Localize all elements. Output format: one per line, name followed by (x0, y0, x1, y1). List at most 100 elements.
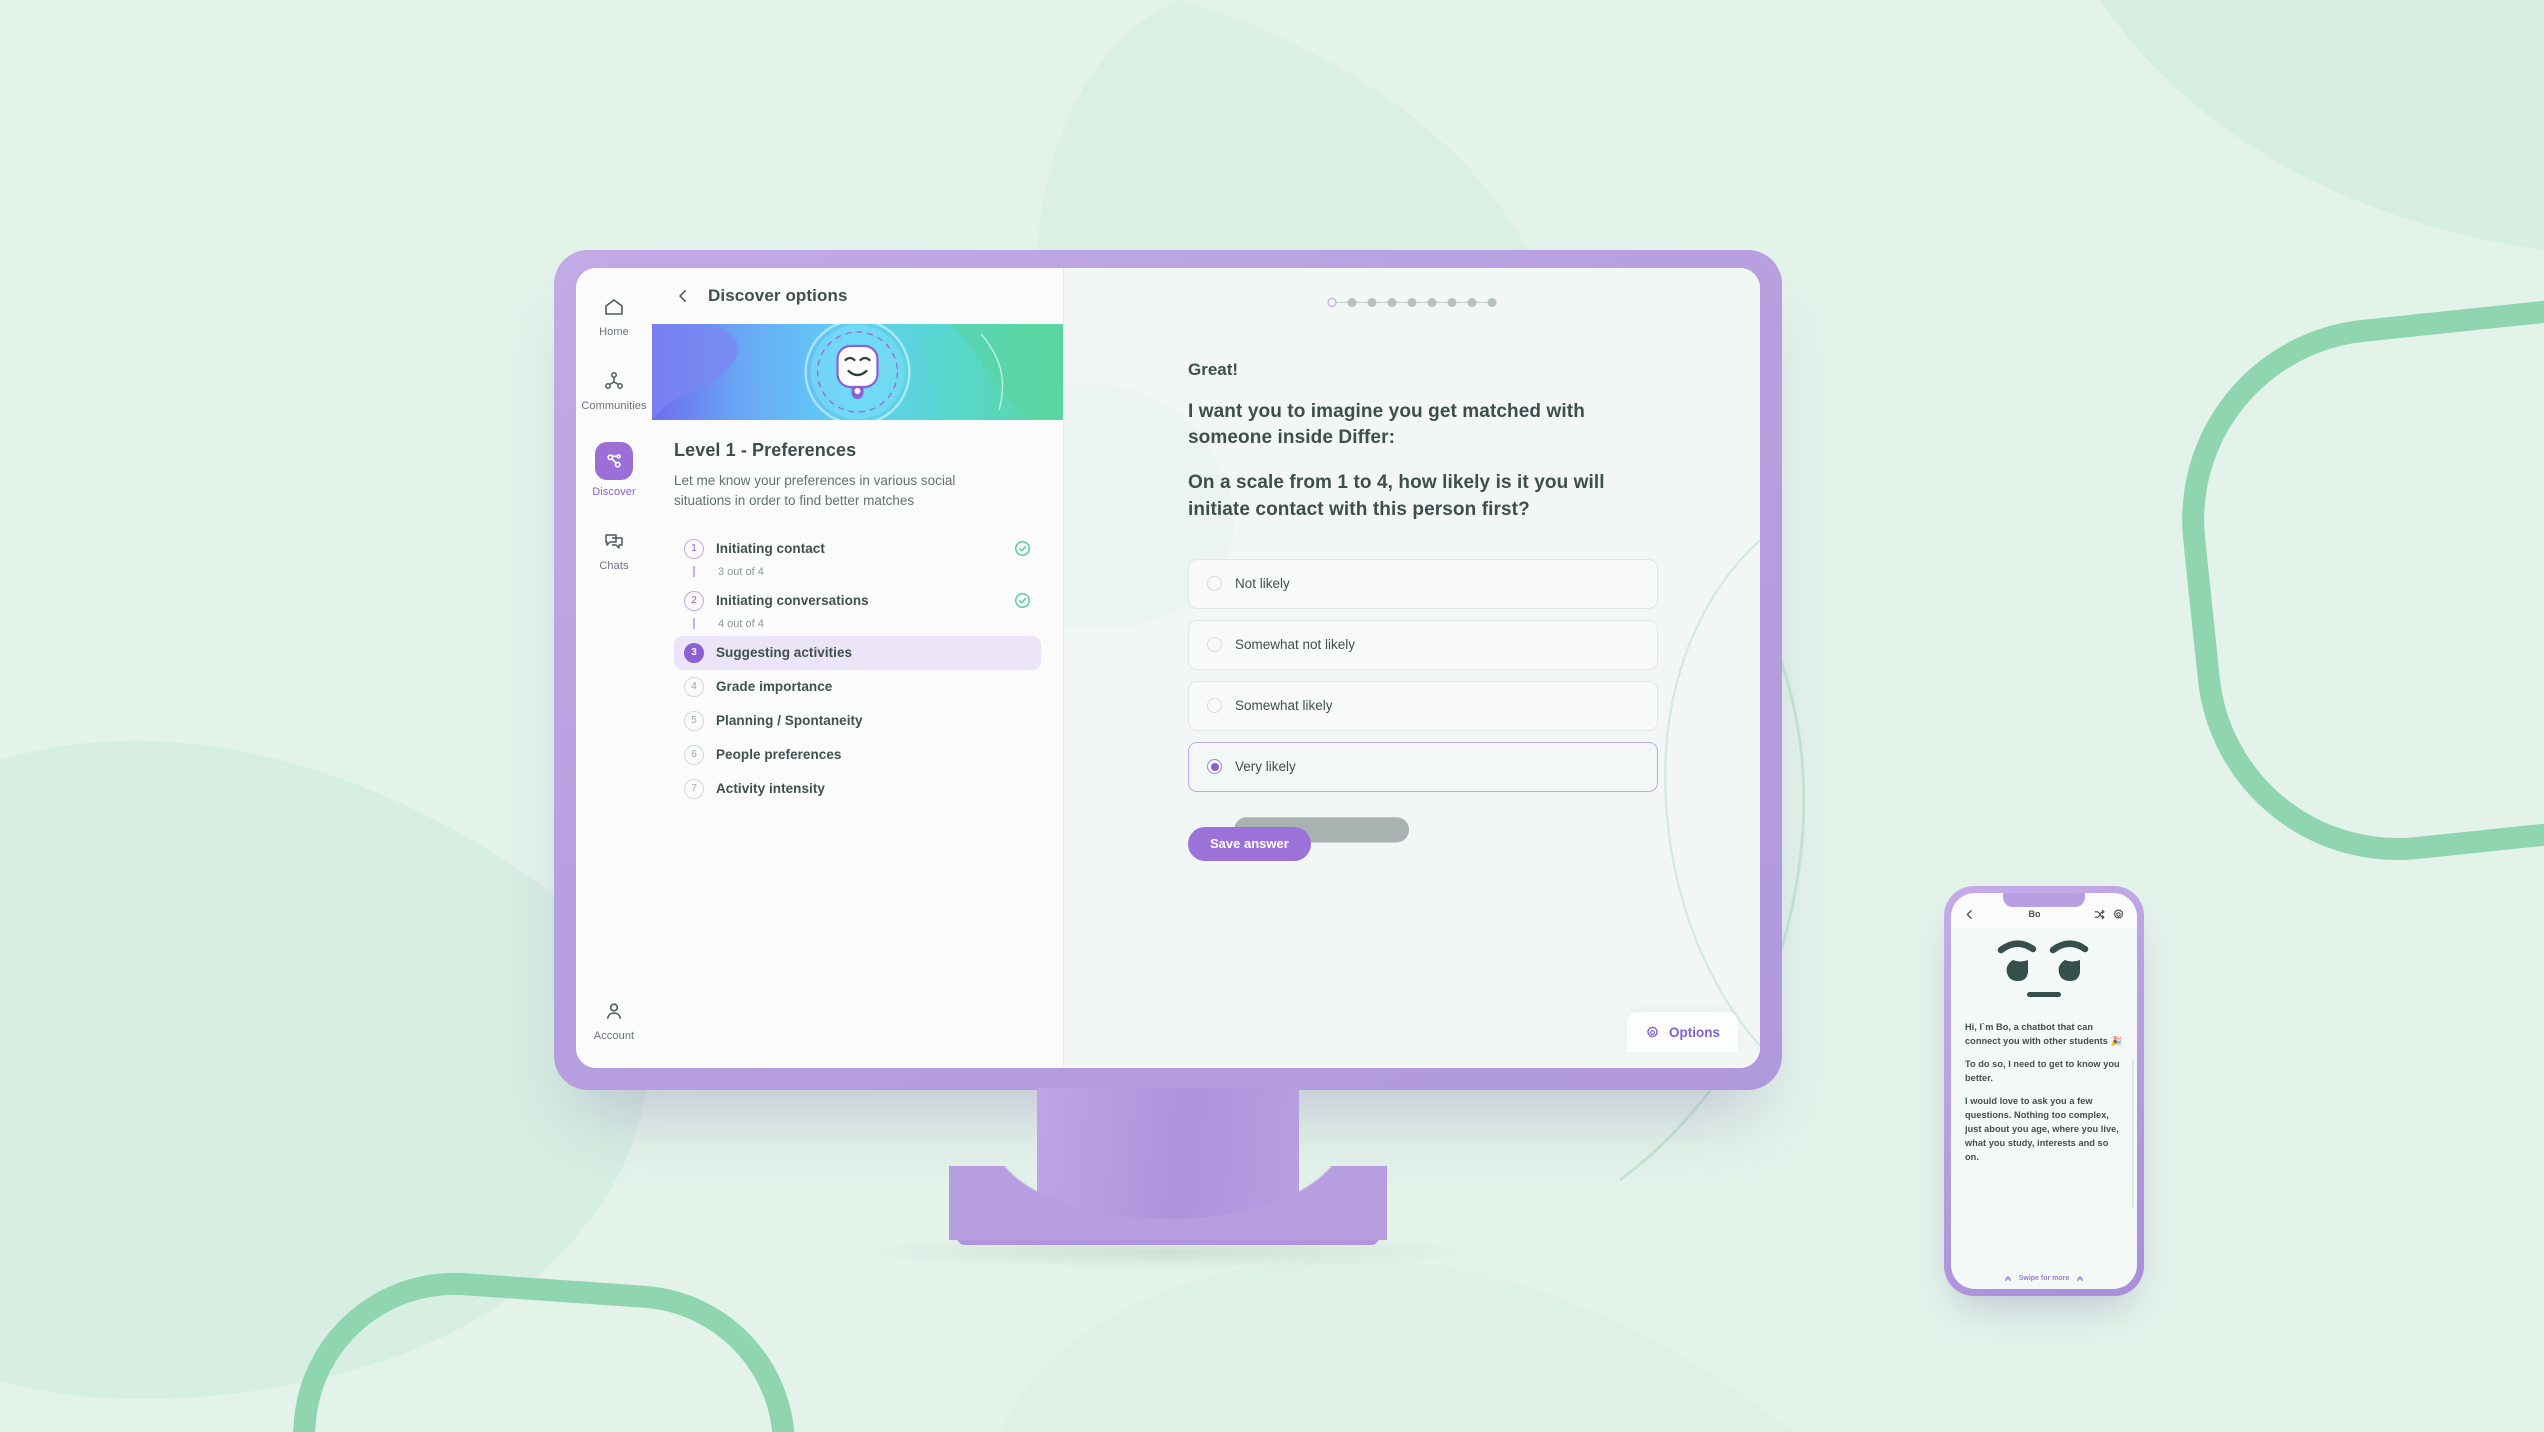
progress-dash (1356, 301, 1368, 304)
shuffle-icon[interactable] (2093, 908, 2106, 921)
hero-banner (652, 324, 1063, 420)
phone-chat-body: Hi, I`m Bo, a chatbot that can connect y… (1951, 1015, 2137, 1289)
chevron-left-icon[interactable] (674, 287, 692, 305)
option-somewhat-not-likely[interactable]: Somewhat not likely (1188, 619, 1658, 670)
swipe-hint[interactable]: Swipe for more (1951, 1274, 2137, 1282)
options-button[interactable]: Options (1627, 1012, 1738, 1052)
panel-header: Discover options (652, 268, 1063, 324)
progress-tick (684, 618, 704, 629)
level-title: Level 1 - Preferences (674, 440, 857, 460)
topic-label: Grade importance (716, 679, 833, 694)
radio-icon[interactable] (1207, 698, 1222, 714)
progress-dot (1407, 298, 1417, 307)
gear-icon[interactable] (2112, 908, 2125, 921)
sidebar-item-label: Home (599, 326, 629, 338)
list-item[interactable]: 7 Activity intensity (674, 772, 1041, 806)
topic-progress: 4 out of 4 (718, 617, 764, 630)
topic-label: Suggesting activities (716, 645, 853, 660)
progress-dash (1436, 301, 1448, 304)
sidebar-item-label: Discover (592, 486, 636, 498)
list-item[interactable]: 2 Initiating conversations (674, 584, 1041, 618)
bo-face-svg (1997, 940, 2089, 997)
user-icon (601, 998, 627, 1024)
greeting-text: Great! (1188, 360, 1239, 379)
progress-dot (1347, 298, 1357, 307)
progress-dot (1427, 298, 1437, 307)
sidebar-item-label: Communities (581, 400, 647, 412)
progress-dash (1456, 301, 1468, 304)
progress-dot (1487, 298, 1497, 307)
scrollbar[interactable] (2132, 1059, 2134, 1209)
topic-progress-row: 3 out of 4 (674, 564, 1041, 584)
bo-face-illustration (1951, 927, 2137, 1015)
progress-dot (1387, 298, 1397, 307)
option-not-likely[interactable]: Not likely (1188, 558, 1658, 609)
options-button-label: Options (1669, 1024, 1720, 1040)
radio-icon[interactable] (1207, 576, 1222, 592)
chat-message: I would love to ask you a few questions.… (1965, 1095, 2119, 1162)
monitor-mockup: Home Communities Discover Chats Account … (554, 250, 1782, 1269)
radio-icon[interactable] (1207, 637, 1222, 653)
gear-icon (1645, 1025, 1660, 1040)
network-icon (601, 368, 627, 394)
chat-bubbles-icon (601, 528, 627, 554)
topic-list: 1 Initiating contact 3 out of 4 2 Initia… (674, 532, 1041, 806)
chevron-up-icon (2076, 1274, 2084, 1282)
topic-progress-row: 4 out of 4 (674, 616, 1041, 636)
bo-mascot-illustration (652, 324, 1063, 420)
phone-notch (2003, 893, 2085, 907)
question-pane: Great! I want you to imagine you get mat… (1064, 268, 1760, 1068)
panel-body: Level 1 - Preferences Let me know your p… (652, 420, 1063, 806)
level-description: Let me know your preferences in various … (674, 473, 956, 509)
topic-number: 4 (684, 676, 704, 697)
discover-icon (595, 442, 633, 480)
chevron-up-icon (2004, 1274, 2012, 1282)
option-label: Somewhat not likely (1235, 637, 1356, 653)
list-item[interactable]: 5 Planning / Spontaneity (674, 704, 1041, 738)
progress-dot (1367, 298, 1377, 307)
topic-number: 5 (684, 710, 704, 731)
topic-number: 6 (684, 744, 704, 765)
option-very-likely[interactable]: Very likely (1188, 741, 1658, 792)
progress-dash (1476, 301, 1488, 304)
radio-icon-selected[interactable] (1207, 759, 1222, 775)
option-label: Very likely (1235, 759, 1296, 775)
option-somewhat-likely[interactable]: Somewhat likely (1188, 680, 1658, 731)
option-label: Not likely (1235, 576, 1290, 592)
list-item[interactable]: 1 Initiating contact (674, 532, 1041, 566)
sidebar-item-discover[interactable]: Discover (578, 442, 650, 498)
home-icon (601, 294, 627, 320)
phone-mockup: Bo Hi, I`m Bo, a chatbot that can connec… (1944, 886, 2144, 1296)
topic-number: 1 (684, 538, 704, 559)
list-item[interactable]: 6 People preferences (674, 738, 1041, 772)
option-label: Somewhat likely (1235, 698, 1333, 714)
fade-overlay (1951, 1209, 2137, 1263)
topic-number: 7 (684, 778, 704, 799)
sidebar-item-label: Account (593, 1030, 635, 1042)
sidebar-item-account[interactable]: Account (578, 998, 650, 1042)
list-item[interactable]: 4 Grade importance (674, 670, 1041, 704)
progress-dash (1336, 301, 1348, 304)
topic-progress: 3 out of 4 (718, 565, 764, 578)
sidebar-item-communities[interactable]: Communities (578, 368, 650, 412)
topic-label: Activity intensity (716, 781, 825, 796)
left-nav-rail: Home Communities Discover Chats Account (576, 268, 652, 1068)
app-screen: Home Communities Discover Chats Account … (576, 268, 1760, 1068)
progress-dot (1467, 298, 1477, 307)
question-paragraph-1: I want you to imagine you get matched wi… (1188, 401, 1585, 449)
sidebar-item-home[interactable]: Home (578, 294, 650, 338)
topic-number: 3 (684, 642, 704, 663)
progress-dash (1376, 301, 1388, 304)
chat-message: To do so, I need to get to know you bett… (1965, 1058, 2120, 1083)
check-circle-icon (1014, 592, 1031, 609)
monitor-stand-neck (949, 1088, 1387, 1240)
topic-label: Initiating conversations (716, 593, 869, 608)
answer-options: Not likely Somewhat not likely Somewhat … (1188, 558, 1658, 792)
list-item-selected[interactable]: 3 Suggesting activities (674, 635, 1041, 670)
save-answer-button[interactable]: Save answer (1188, 826, 1311, 861)
discover-options-panel: Discover options Level 1 - Preferences L… (652, 268, 1064, 1068)
monitor-bezel: Home Communities Discover Chats Account … (554, 250, 1782, 1090)
chevron-left-icon[interactable] (1963, 908, 1976, 921)
page-title: Discover options (708, 286, 848, 305)
sidebar-item-chats[interactable]: Chats (578, 528, 650, 572)
